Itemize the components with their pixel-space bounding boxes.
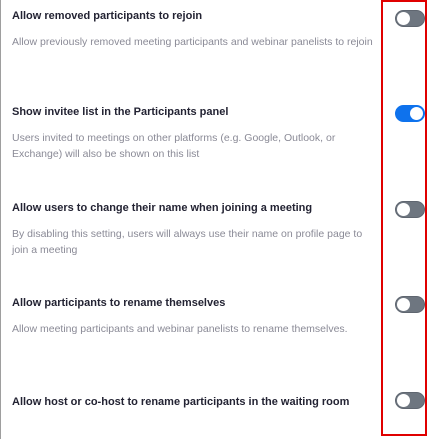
setting-description: By disabling this setting, users will al… xyxy=(12,228,363,256)
toggle-allow-participants-rename[interactable] xyxy=(395,296,425,313)
toggle-show-invitee-list[interactable] xyxy=(395,105,425,122)
toggle-allow-removed-participants-rejoin[interactable] xyxy=(395,10,425,27)
toggle-knob xyxy=(397,298,410,311)
setting-title: Allow removed participants to rejoin xyxy=(12,10,203,22)
toggle-column-highlight xyxy=(381,0,427,436)
toggle-knob xyxy=(397,12,410,25)
setting-title: Allow participants to rename themselves xyxy=(12,297,226,309)
toggle-host-rename-waiting-room[interactable] xyxy=(395,392,425,409)
toggle-knob xyxy=(397,203,410,216)
toggle-allow-change-name-on-join[interactable] xyxy=(395,201,425,218)
setting-description: Users invited to meetings on other platf… xyxy=(12,132,336,160)
toggle-knob xyxy=(410,107,423,120)
setting-title: Allow host or co-host to rename particip… xyxy=(12,396,350,408)
settings-list: Allow removed participants to rejoin All… xyxy=(0,0,380,439)
setting-title: Allow users to change their name when jo… xyxy=(12,202,313,214)
toggle-knob xyxy=(397,394,410,407)
setting-description: Allow previously removed meeting partici… xyxy=(12,36,373,48)
setting-title: Show invitee list in the Participants pa… xyxy=(12,106,229,118)
setting-description: Allow meeting participants and webinar p… xyxy=(12,323,348,335)
meeting-settings-panel: Allow removed participants to rejoin All… xyxy=(0,0,430,439)
